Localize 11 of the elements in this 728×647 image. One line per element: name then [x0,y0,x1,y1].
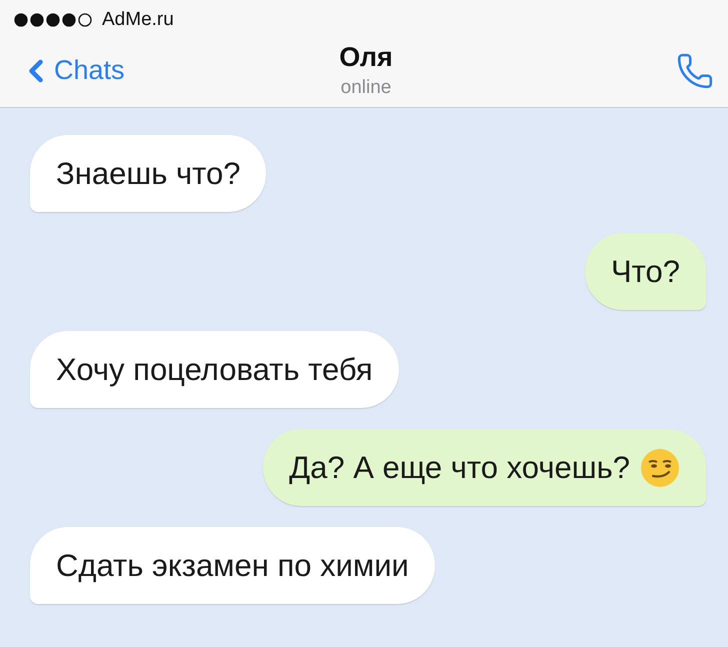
phone-icon [676,52,714,90]
contact-status: online [340,77,392,99]
received-message: Знаешь что? [30,135,266,212]
back-link[interactable]: Chats [18,52,148,88]
sent-message: Да? А еще что хочешь? [263,429,706,506]
received-message: Сдать экзамен по химии [30,527,435,604]
sent-message: Что? [585,233,706,310]
carrier-label: AdMe.ru [102,9,174,31]
contact-name: Оля [339,42,393,73]
signal-icon [14,13,94,27]
received-message: Хочу поцеловать тебя [30,331,399,408]
